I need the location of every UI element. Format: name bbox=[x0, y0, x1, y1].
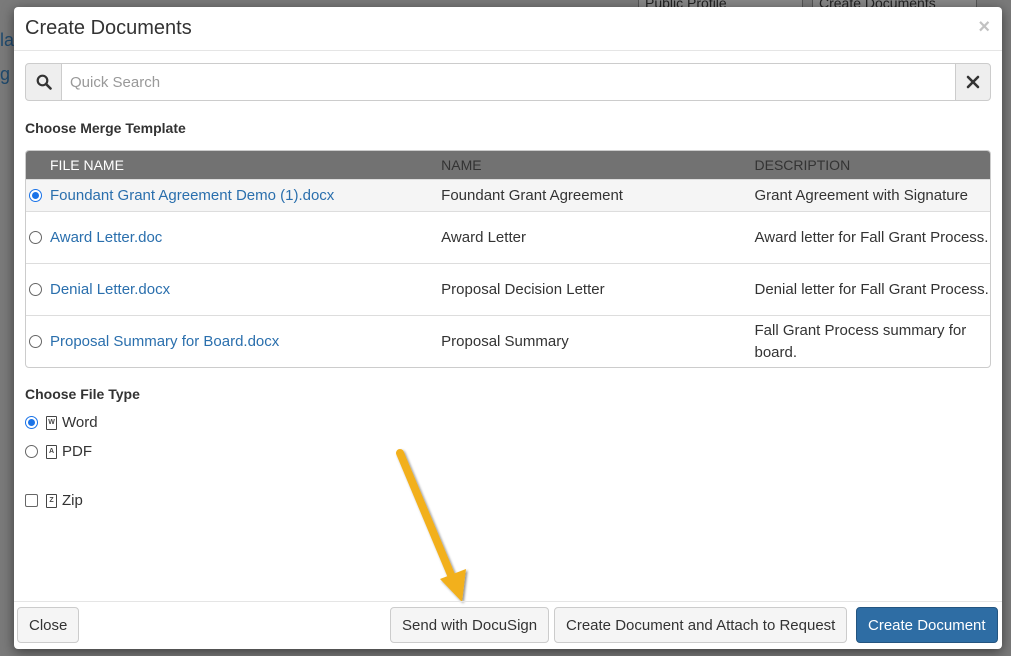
template-radio[interactable] bbox=[29, 335, 42, 348]
file-type-zip[interactable]: Z Zip bbox=[25, 492, 83, 509]
close-button[interactable]: Close bbox=[17, 607, 80, 643]
pdf-radio[interactable] bbox=[25, 445, 38, 458]
table-row[interactable]: Foundant Grant Agreement Demo (1).docx F… bbox=[26, 179, 990, 211]
clear-icon[interactable] bbox=[955, 63, 991, 101]
template-name: Proposal Decision Letter bbox=[441, 281, 605, 298]
create-document-button[interactable]: Create Document bbox=[856, 607, 998, 643]
send-docusign-button[interactable]: Send with DocuSign bbox=[390, 607, 550, 643]
column-header-description: DESCRIPTION bbox=[754, 157, 851, 173]
template-description: Award letter for Fall Grant Process. bbox=[754, 228, 989, 246]
zip-file-icon: Z bbox=[46, 493, 57, 508]
column-header-name: NAME bbox=[441, 157, 482, 173]
table-row[interactable]: Award Letter.doc Award Letter Award lett… bbox=[26, 211, 990, 263]
template-description: Denial letter for Fall Grant Process. bbox=[754, 280, 989, 298]
create-attach-button[interactable]: Create Document and Attach to Request bbox=[554, 607, 848, 643]
modal-header: Create Documents × bbox=[14, 7, 1002, 51]
file-type-word[interactable]: W Word bbox=[25, 414, 98, 431]
merge-template-label: Choose Merge Template bbox=[25, 120, 186, 136]
template-name: Proposal Summary bbox=[441, 333, 569, 350]
file-name-link[interactable]: Proposal Summary for Board.docx bbox=[50, 333, 279, 350]
bg-text-fragment: g bbox=[0, 64, 11, 84]
search-bar bbox=[25, 63, 991, 101]
search-input[interactable] bbox=[62, 63, 955, 101]
table-row[interactable]: Proposal Summary for Board.docx Proposal… bbox=[26, 315, 990, 367]
template-radio[interactable] bbox=[29, 283, 42, 296]
annotation-arrow-icon bbox=[396, 449, 466, 602]
bg-text-fragment: la bbox=[0, 30, 15, 50]
modal-footer: Close Send with DocuSign Create Document… bbox=[14, 601, 1002, 649]
template-radio[interactable] bbox=[29, 231, 42, 244]
close-icon[interactable]: × bbox=[978, 16, 990, 39]
file-type-pdf[interactable]: A PDF bbox=[25, 443, 92, 460]
merge-template-table: FILE NAME NAME DESCRIPTION Foundant Gran… bbox=[25, 150, 991, 368]
table-row[interactable]: Denial Letter.docx Proposal Decision Let… bbox=[26, 263, 990, 315]
create-documents-modal: Create Documents × Choose Merge Template… bbox=[14, 7, 1002, 649]
zip-checkbox[interactable] bbox=[25, 494, 38, 507]
zip-label: Zip bbox=[62, 492, 83, 509]
file-name-link[interactable]: Denial Letter.docx bbox=[50, 281, 170, 298]
template-name: Award Letter bbox=[441, 229, 526, 246]
table-header: FILE NAME NAME DESCRIPTION bbox=[26, 151, 990, 179]
file-type-label: Choose File Type bbox=[25, 386, 140, 402]
template-radio[interactable] bbox=[29, 189, 42, 202]
pdf-file-icon: A bbox=[46, 444, 57, 459]
template-name: Foundant Grant Agreement bbox=[441, 187, 623, 204]
column-header-file-name: FILE NAME bbox=[50, 157, 124, 173]
file-name-link[interactable]: Foundant Grant Agreement Demo (1).docx bbox=[50, 187, 334, 204]
word-file-icon: W bbox=[46, 415, 57, 430]
search-icon bbox=[25, 63, 62, 101]
modal-title: Create Documents bbox=[25, 17, 192, 39]
pdf-label: PDF bbox=[62, 443, 92, 460]
word-radio[interactable] bbox=[25, 416, 38, 429]
template-description: Fall Grant Process summary for board. bbox=[754, 321, 967, 361]
file-name-link[interactable]: Award Letter.doc bbox=[50, 229, 162, 246]
template-description: Grant Agreement with Signature bbox=[754, 186, 968, 204]
word-label: Word bbox=[62, 414, 98, 431]
